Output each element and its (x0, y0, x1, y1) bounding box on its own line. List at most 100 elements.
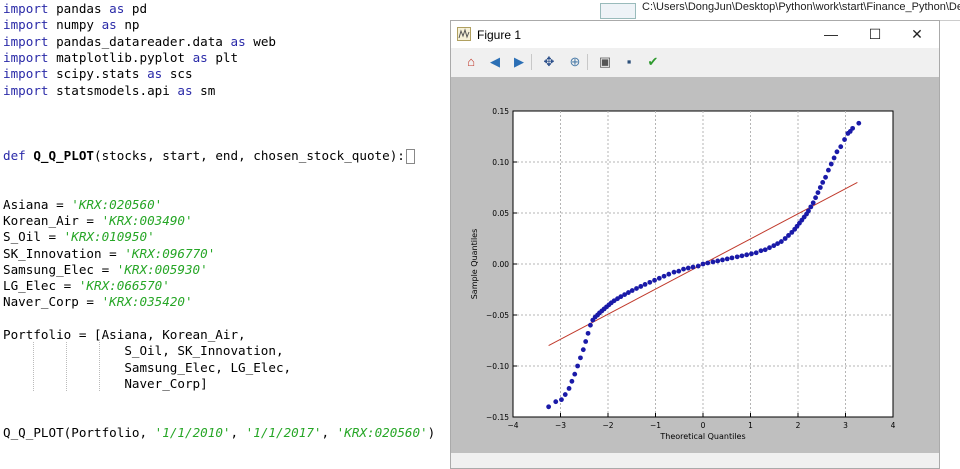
zoom-icon[interactable]: ⊕ (565, 52, 585, 72)
x-tick-label: −3 (555, 421, 566, 430)
code-token: as (147, 66, 163, 82)
code-token: 'KRX:035420' (101, 294, 193, 310)
data-point (813, 195, 818, 201)
code-token: scs (162, 66, 193, 82)
code-token: '1/1/2010' (154, 424, 231, 440)
matplotlib-app-icon (457, 27, 471, 41)
back-icon[interactable]: ◀ (485, 52, 505, 72)
data-point (850, 125, 856, 131)
status-bar (451, 453, 939, 468)
code-line: LG_Elec = 'KRX:066570' (3, 277, 170, 294)
code-token: S_Oil, SK_Innovation, (3, 343, 284, 359)
code-token: as (230, 33, 246, 49)
code-line: import numpy as np (3, 16, 140, 33)
code-line: Asiana = 'KRX:020560' (3, 196, 162, 213)
data-point (831, 155, 837, 161)
code-token: pandas (48, 1, 110, 16)
code-token: pd (124, 1, 148, 16)
code-token: Q_Q_PLOT (33, 147, 95, 163)
data-point (559, 397, 564, 403)
code-token: Q_Q_PLOT(Portfolio, (3, 424, 155, 440)
data-point (652, 277, 657, 283)
data-point (690, 264, 696, 270)
maximize-button[interactable]: ☐ (853, 21, 897, 48)
y-tick-label: 0.00 (492, 260, 509, 269)
code-token: plt (207, 49, 239, 65)
code-line: Samsung_Elec, LG_Elec, (3, 359, 291, 376)
code-token: Portfolio = [Asiana, Korean_Air, (3, 327, 246, 342)
code-token: (stocks, start, end, chosen_stock_quote)… (94, 147, 405, 163)
code-token: numpy (48, 17, 102, 33)
minimize-button[interactable]: — (809, 21, 853, 48)
code-token: as (177, 82, 193, 98)
code-line: S_Oil, SK_Innovation, (3, 342, 284, 359)
data-point (744, 252, 750, 258)
x-tick-label: −1 (650, 421, 661, 430)
data-point (580, 347, 586, 353)
data-point (715, 258, 721, 264)
save-icon[interactable]: ▪ (619, 52, 639, 72)
code-token: matplotlib.pyplot (48, 49, 193, 65)
x-axis-label: Theoretical Quantiles (659, 432, 745, 441)
code-token: scipy.stats (48, 66, 148, 82)
data-point (758, 248, 764, 254)
data-point (842, 137, 847, 142)
indent-guide (66, 342, 67, 392)
code-token: 'KRX:020560' (71, 196, 163, 212)
code-token: as (192, 49, 208, 65)
forward-icon[interactable]: ▶ (509, 52, 529, 72)
data-point (762, 247, 768, 253)
code-token: Naver_Corp = (3, 294, 102, 310)
navigation-toolbar: ⌂ ◀ ▶ ✥ ⊕ ▣ ▪ ✔ (451, 49, 939, 75)
data-point (823, 174, 828, 180)
code-editor[interactable]: import pandas as pd import numpy as np imp… (0, 0, 450, 469)
data-point (642, 282, 648, 287)
data-point (856, 120, 862, 126)
data-point (815, 190, 821, 195)
data-point (583, 339, 589, 344)
data-point (546, 404, 552, 410)
data-point (828, 161, 834, 167)
x-tick-label: −2 (602, 421, 613, 430)
y-tick-label: −0.15 (486, 413, 509, 422)
code-token: 'KRX:096770' (124, 245, 216, 261)
close-button[interactable]: ✕ (895, 21, 939, 48)
title-bar[interactable]: Figure 1 — ☐ ✕ (451, 21, 939, 48)
qq-plot-chart: −4 −3 −2 −1 0 1 2 3 4 −0.15 −0.10 −0.05 0.00 0.05 0.10… (470, 107, 896, 441)
code-token: , (321, 424, 337, 440)
y-tick-label: 0.15 (492, 107, 509, 116)
subplots-icon[interactable]: ▣ (595, 52, 615, 72)
data-point (749, 251, 754, 257)
data-point (638, 284, 644, 289)
code-token: np (116, 17, 140, 33)
data-point (720, 257, 725, 263)
code-line: Naver_Corp = 'KRX:035420' (3, 293, 193, 310)
code-token: 'KRX:020560' (336, 424, 428, 440)
code-token: SK_Innovation = (3, 245, 125, 261)
code-line: import scipy.stats as scs (3, 65, 193, 82)
code-token: Samsung_Elec = (3, 261, 117, 277)
folder-view-icon (600, 3, 636, 19)
code-token: import (3, 66, 49, 82)
pan-icon[interactable]: ✥ (539, 52, 559, 72)
code-token: pandas_datareader.data (48, 33, 231, 49)
toolbar-separator (531, 54, 532, 70)
home-icon[interactable]: ⌂ (461, 52, 481, 72)
data-point (838, 144, 844, 150)
data-point (666, 271, 672, 277)
code-token: import (3, 49, 49, 65)
code-line: S_Oil = 'KRX:010950' (3, 228, 155, 245)
code-line: Portfolio = [Asiana, Korean_Air, (3, 326, 246, 343)
x-tick-label: −4 (507, 421, 518, 430)
code-token: Samsung_Elec, LG_Elec, (3, 359, 292, 375)
explorer-address-bar[interactable]: C:\Users\DongJun\Desktop\Python\work\sta… (596, 0, 960, 21)
edit-check-icon[interactable]: ✔ (643, 52, 663, 72)
data-point (826, 167, 831, 173)
plot-canvas[interactable]: −4 −3 −2 −1 0 1 2 3 4 −0.15 −0.10 −0.05 0.00 0.05 0.10… (451, 77, 939, 453)
data-point (661, 273, 667, 279)
code-token: import (3, 17, 49, 33)
data-point (566, 386, 572, 391)
code-line: def Q_Q_PLOT(stocks, start, end, chosen_… (3, 147, 415, 164)
code-line: Samsung_Elec = 'KRX:005930' (3, 261, 208, 278)
data-point (806, 208, 811, 214)
